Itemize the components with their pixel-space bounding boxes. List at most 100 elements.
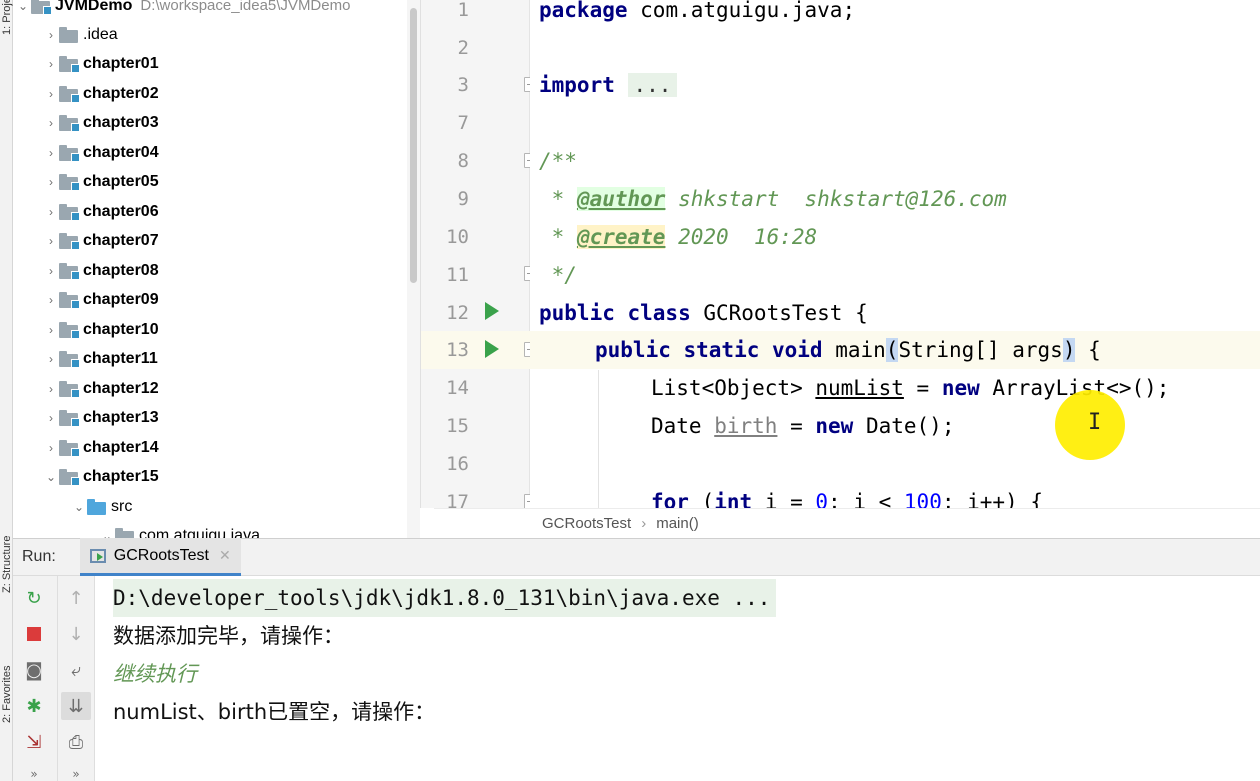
code-line-11: */: [539, 263, 577, 287]
tree-item[interactable]: › chapter13: [43, 404, 420, 433]
tree-item-label: chapter12: [83, 379, 159, 397]
tree-item-label: chapter11: [83, 350, 158, 367]
run-label: Run:: [22, 548, 56, 565]
console-toolbar: ↑ ↓ ⤶ ⇊ ⎙ »: [58, 576, 95, 781]
soft-wrap-icon[interactable]: ⤶: [61, 656, 91, 684]
camera-icon[interactable]: ◙: [19, 656, 49, 684]
folder-icon: [59, 351, 80, 368]
tree-item[interactable]: › .idea: [43, 20, 420, 49]
tree-item[interactable]: › chapter10: [43, 315, 420, 344]
structure-tool-tab[interactable]: Z: Structure: [1, 536, 13, 593]
scroll-thumb[interactable]: [410, 8, 417, 283]
console-input-line: 继续执行: [113, 662, 197, 686]
chevron-down-icon[interactable]: ⌄: [15, 0, 31, 14]
line-number: 3: [457, 74, 469, 96]
run-main-icon[interactable]: [485, 340, 499, 358]
module-folder-icon: [31, 0, 52, 15]
run-panel-header: Run: GCRootsTest ✕: [13, 538, 1260, 576]
chevron-right-icon[interactable]: ›: [43, 86, 59, 102]
code-line-9: * @author shkstart shkstart@126.com: [539, 187, 1007, 211]
tree-item[interactable]: › chapter03: [43, 109, 420, 138]
stop-icon[interactable]: [19, 620, 49, 648]
arrow-up-icon[interactable]: ↑: [61, 584, 91, 612]
tree-item-label: chapter03: [83, 114, 159, 131]
breadcrumb-method[interactable]: main(): [656, 515, 699, 532]
chevron-right-icon[interactable]: ›: [43, 351, 59, 367]
folder-icon: [59, 203, 80, 221]
run-class-icon[interactable]: [485, 302, 499, 320]
line-number: 10: [446, 226, 469, 248]
tree-item[interactable]: › chapter09: [43, 286, 420, 315]
arrow-down-icon[interactable]: ↓: [61, 620, 91, 648]
code-line-3: import ...: [539, 66, 1260, 104]
line-number: 11: [446, 264, 469, 286]
root-label: JVMDemo: [55, 0, 133, 14]
chevron-right-icon[interactable]: ›: [43, 145, 59, 161]
code-line-14: List<Object> numList = new ArrayList<>()…: [651, 376, 1170, 400]
chevron-right-icon[interactable]: ›: [43, 204, 59, 220]
more-icon[interactable]: »: [19, 760, 49, 781]
chevron-right-icon[interactable]: ›: [43, 263, 59, 279]
editor-gutter: 1 2 3 7 8 9 10 11 12 13 14 15 16 17: [420, 0, 537, 513]
project-tool-tab[interactable]: 1: Project: [1, 0, 13, 35]
chevron-right-icon[interactable]: ›: [43, 174, 59, 190]
favorites-tool-tab[interactable]: 2: Favorites: [1, 666, 13, 723]
scroll-to-end-icon[interactable]: ⇊: [61, 692, 91, 720]
chevron-right-icon[interactable]: ›: [43, 440, 59, 456]
project-scrollbar[interactable]: [407, 0, 420, 538]
line-number: 9: [457, 188, 469, 210]
tree-item-label: chapter02: [83, 84, 159, 102]
run-tab-label: GCRootsTest: [113, 546, 209, 564]
tree-root[interactable]: ⌄ JVMDemo D:\workspace_idea5\JVMDemo: [15, 0, 420, 20]
import-fold[interactable]: ...: [627, 73, 678, 97]
chevron-right-icon[interactable]: ›: [43, 322, 59, 338]
folder-icon: [59, 380, 80, 398]
tree-item[interactable]: › chapter08: [43, 256, 420, 285]
tree-item-label: chapter06: [83, 202, 159, 220]
console-line: 数据添加完毕，请操作：: [113, 624, 344, 648]
folder-icon: [59, 26, 79, 43]
code-line-15: Date birth = new Date();: [651, 414, 955, 438]
more-icon[interactable]: »: [61, 760, 91, 781]
tree-item[interactable]: › chapter05: [43, 168, 420, 197]
code-line-12: public class GCRootsTest {: [539, 301, 868, 325]
tree-item[interactable]: › chapter01: [43, 50, 420, 79]
close-icon[interactable]: ✕: [219, 547, 231, 564]
tree-item-src[interactable]: ⌄ src: [71, 492, 420, 521]
code-editor[interactable]: package com.atguigu.java; import ... /**…: [530, 0, 1260, 508]
chevron-right-icon[interactable]: ›: [43, 292, 59, 308]
breadcrumb: GCRootsTest › main(): [434, 508, 1260, 538]
chevron-right-icon[interactable]: ›: [43, 56, 59, 72]
code-line-1: package com.atguigu.java;: [539, 0, 856, 22]
tree-item[interactable]: ⌄ chapter15: [43, 463, 420, 492]
console-output[interactable]: D:\developer_tools\jdk\jdk1.8.0_131\bin\…: [95, 576, 1260, 781]
tree-item[interactable]: › chapter12: [43, 374, 420, 403]
print-icon[interactable]: ⎙: [61, 728, 91, 756]
folder-icon: [59, 174, 80, 191]
tree-item[interactable]: › chapter14: [43, 433, 420, 462]
tree-item[interactable]: › chapter07: [43, 227, 420, 256]
tree-item-label: chapter05: [83, 173, 159, 190]
chevron-right-icon[interactable]: ›: [43, 27, 59, 43]
tree-item[interactable]: › chapter06: [43, 197, 420, 226]
chevron-right-icon[interactable]: ›: [43, 115, 59, 131]
chevron-down-icon[interactable]: ⌄: [71, 499, 87, 515]
tree-item[interactable]: › chapter04: [43, 138, 420, 167]
chevron-right-icon[interactable]: ›: [43, 233, 59, 249]
run-tab[interactable]: GCRootsTest ✕: [79, 538, 241, 576]
folder-icon: [59, 321, 80, 339]
chevron-down-icon[interactable]: ⌄: [43, 469, 59, 485]
debug-icon[interactable]: ✱: [19, 692, 49, 720]
breadcrumb-class[interactable]: GCRootsTest: [542, 515, 631, 532]
tree-item[interactable]: › chapter02: [43, 79, 420, 108]
chevron-down-icon[interactable]: ⌄: [99, 528, 115, 539]
line-number: 7: [457, 112, 469, 134]
tree-item[interactable]: › chapter11: [43, 345, 420, 374]
import-icon[interactable]: ⇲: [19, 728, 49, 756]
src-label: src: [111, 497, 133, 515]
chevron-right-icon[interactable]: ›: [43, 410, 59, 426]
rerun-icon[interactable]: ↻: [19, 584, 49, 612]
chevron-right-icon[interactable]: ›: [43, 381, 59, 397]
project-tree: ⌄ JVMDemo D:\workspace_idea5\JVMDemo › .i…: [13, 0, 420, 538]
tree-item-package[interactable]: ⌄ com.atguigu.java: [99, 521, 420, 538]
